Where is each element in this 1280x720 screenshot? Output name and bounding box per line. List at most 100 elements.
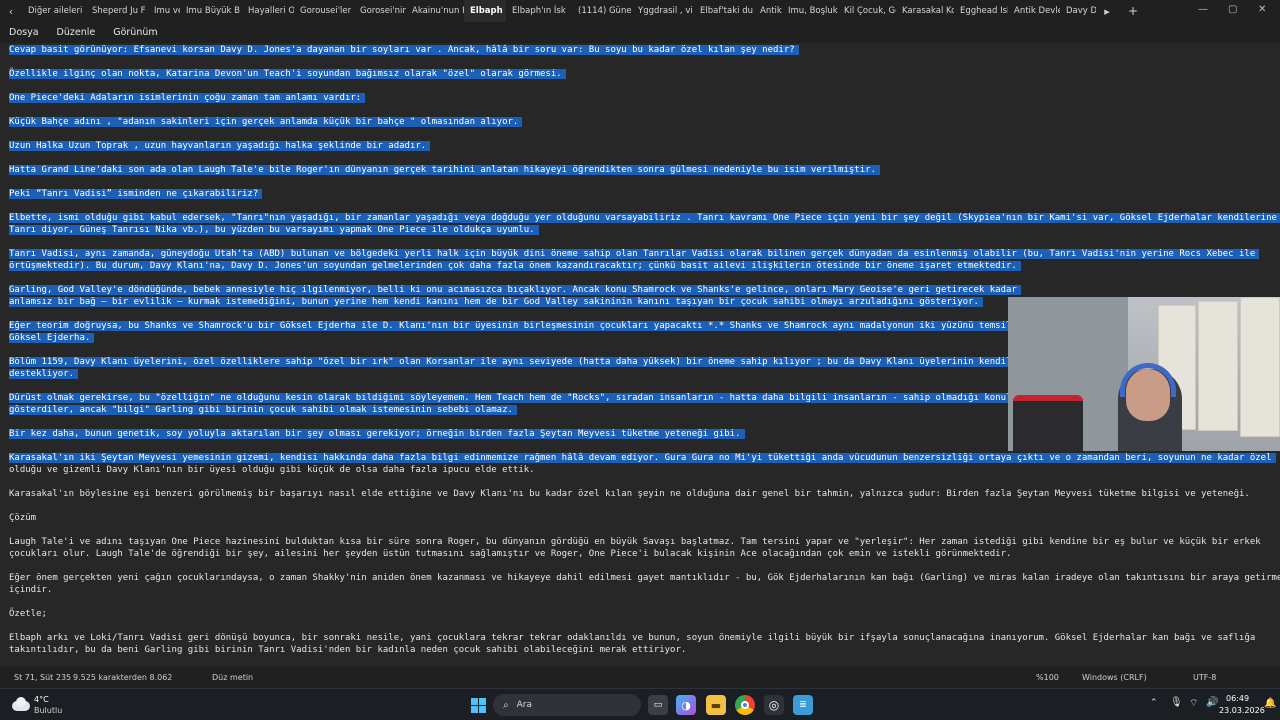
- editor-line: Elbaph arkı ve Loki/Tanrı Vadisi geri dö…: [9, 632, 1255, 644]
- weather-condition[interactable]: Bulutlu: [34, 706, 62, 715]
- tab-scroll-right-icon[interactable]: ▸: [1096, 0, 1118, 22]
- selected-text: Cevap basit görünüyor: Efsanevi korsan D…: [9, 45, 799, 55]
- status-bar: St 71, Süt 235 9.525 karakterden 8.062 D…: [0, 666, 1280, 688]
- tab-label: Imu, Boşluk: [788, 6, 838, 16]
- editor-line: çocukları olur. Laugh Tale'de öğrendiği …: [9, 548, 1011, 560]
- tab-label: Gorosei'nin i: [360, 6, 406, 16]
- line-ending[interactable]: Windows (CRLF): [1082, 673, 1147, 682]
- editor-line: Uzun Halka Uzun Toprak , uzun hayvanları…: [9, 140, 431, 152]
- editor-line: One Piece'deki Adaların isimlerinin çoğu…: [9, 92, 366, 104]
- tab-10[interactable]: (1114) Güneşi: [572, 0, 632, 22]
- text-format[interactable]: Düz metin: [212, 673, 253, 682]
- tab-3[interactable]: Imu Büyük B: [180, 0, 242, 22]
- tab-label: Gorousei'ler: [300, 6, 352, 16]
- tab-5[interactable]: Gorousei'ler: [294, 0, 354, 22]
- editor-line: Eğer teorim doğruysa, bu Shanks ve Shamr…: [9, 320, 1027, 332]
- tab-2[interactable]: Imu ve: [148, 0, 180, 22]
- file-explorer-icon[interactable]: ▬: [706, 695, 726, 715]
- obs-icon[interactable]: ◎: [764, 695, 784, 715]
- selected-text: Garling, God Valley'e döndüğünde, bebek …: [9, 285, 1021, 295]
- encoding[interactable]: UTF-8: [1193, 673, 1216, 682]
- tab-scroll-left-icon[interactable]: ‹: [0, 0, 22, 22]
- editor-line: içindir.: [9, 584, 52, 596]
- line-text: Karasakal'ın böylesine eşi benzeri görül…: [9, 489, 1250, 499]
- tab-label: Diğer aileleri: [28, 6, 83, 16]
- tab-0[interactable]: Diğer aileleri: [22, 0, 86, 22]
- tab-6[interactable]: Gorosei'nin i: [354, 0, 406, 22]
- wardrobe-panel-right: [1240, 297, 1280, 437]
- selected-text: One Piece'deki Adaların isimlerinin çoğu…: [9, 93, 366, 103]
- tab-label: Davy D: [1066, 6, 1096, 16]
- weather-temperature[interactable]: 4°C: [34, 695, 49, 704]
- notepad-app-icon[interactable]: ≣: [793, 695, 813, 715]
- minimize-icon[interactable]: —: [1198, 4, 1208, 15]
- tab-label: Egghead Isla: [960, 6, 1008, 16]
- clock-time[interactable]: 06:49: [1226, 694, 1249, 703]
- selected-text: Küçük Bahçe adını , "adanın sakinleri iç…: [9, 117, 523, 127]
- tab-bar: ‹ Diğer aileleri Sheperd Ju F Imu ve Imu Bü…: [0, 0, 1280, 22]
- chrome-icon[interactable]: [735, 695, 755, 715]
- menu-bar: Dosya Düzenle Görünüm ¶ ☰ B I ⛓ ⊘ ◐ ◉ ⚙: [0, 22, 1280, 61]
- tab-label: Elbaph: [470, 6, 503, 16]
- windows-start-icon[interactable]: [468, 695, 488, 715]
- tab-13[interactable]: Antik I: [754, 0, 782, 22]
- tab-16[interactable]: Karasakal Ko: [896, 0, 954, 22]
- tab-label: Antik Devler: [1014, 6, 1060, 16]
- menu-view[interactable]: Görünüm: [104, 27, 166, 38]
- tab-1[interactable]: Sheperd Ju F: [86, 0, 148, 22]
- new-tab-plus-icon[interactable]: +: [1118, 4, 1148, 18]
- tab-19[interactable]: Davy D: [1060, 0, 1096, 22]
- editor-line: takıntılıdır, bu da beni Garling gibi bi…: [9, 644, 686, 656]
- webcam-overlay: [1008, 297, 1280, 451]
- close-icon[interactable]: ✕: [1258, 4, 1266, 15]
- selected-text: Göksel Ejderha.: [9, 333, 95, 343]
- tab-8[interactable]: Elbaph: [464, 0, 506, 22]
- selected-text: destekliyor.: [9, 369, 79, 379]
- editor-line: destekliyor.: [9, 368, 79, 380]
- tab-12[interactable]: Elbaf'taki du: [694, 0, 754, 22]
- tab-9[interactable]: Elbaph'ın İsk: [506, 0, 572, 22]
- tab-15[interactable]: Kil Çocuk, Ge: [838, 0, 896, 22]
- weather-cloud-icon[interactable]: [10, 695, 30, 713]
- editor-line: örtüşmektedir). Bu durum, Davy Klanı'na,…: [9, 260, 1021, 272]
- task-view-icon[interactable]: ▭: [648, 695, 668, 715]
- line-text: Laugh Tale'i ve adını taşıyan One Piece …: [9, 537, 1261, 547]
- menu-edit[interactable]: Düzenle: [48, 27, 105, 38]
- menu-file[interactable]: Dosya: [0, 27, 48, 38]
- clock-date[interactable]: 23.03.2026: [1219, 706, 1265, 715]
- copilot-app-icon[interactable]: ◑: [676, 695, 696, 715]
- editor-line: Laugh Tale'i ve adını taşıyan One Piece …: [9, 536, 1261, 548]
- volume-icon[interactable]: 🔊: [1206, 697, 1218, 708]
- line-text: Eğer önem gerçekten yeni çağın çocukları…: [9, 573, 1280, 583]
- line-text: çocukları olur. Laugh Tale'de öğrendiği …: [9, 549, 1012, 559]
- taskbar-search[interactable]: ⌕ Ara: [493, 694, 641, 716]
- selected-text: Peki “Tanrı Vadisi” isminden ne çıkarabi…: [9, 189, 263, 199]
- tab-18[interactable]: Antik Devler: [1008, 0, 1060, 22]
- selected-text: Karasakal'ın iki Şeytan Meyvesi yemesini…: [9, 453, 1276, 463]
- editor-line: Özetle;: [9, 608, 47, 620]
- tabs-container: Diğer aileleri Sheperd Ju F Imu ve Imu Büyü…: [22, 0, 1096, 22]
- notification-bell-icon[interactable]: 🔔: [1264, 698, 1276, 709]
- selected-text: Uzun Halka Uzun Toprak , uzun hayvanları…: [9, 141, 431, 151]
- editor-line: Bir kez daha, bunun genetik, soy yoluyla…: [9, 428, 745, 440]
- tab-label: Yggdrasil , vi: [638, 6, 693, 16]
- tab-17[interactable]: Egghead Isla: [954, 0, 1008, 22]
- line-text: takıntılıdır, bu da beni Garling gibi bi…: [9, 645, 687, 655]
- editor-line: Tanrı Vadisi, aynı zamanda, güneydoğu Ut…: [9, 248, 1260, 260]
- chevron-up-icon[interactable]: ⌃: [1150, 698, 1158, 708]
- tab-7[interactable]: Akainu'nun I: [406, 0, 464, 22]
- editor-line: Dürüst olmak gerekirse, bu "özelliğin" n…: [9, 392, 1027, 404]
- zoom-level[interactable]: %100: [1036, 673, 1059, 682]
- search-placeholder: Ara: [516, 700, 532, 710]
- microphone-icon[interactable]: 🎙: [1170, 697, 1183, 708]
- network-icon[interactable]: ⌔: [1189, 697, 1198, 710]
- selected-text: Tanrı diyor, Güneş Tanrısı Nika vb.), bu…: [9, 225, 539, 235]
- maximize-icon[interactable]: ▢: [1228, 4, 1237, 15]
- editor-line: Karasakal'ın böylesine eşi benzeri görül…: [9, 488, 1250, 500]
- tab-4[interactable]: Hayalleri Olr: [242, 0, 294, 22]
- tab-label: Karasakal Ko: [902, 6, 954, 16]
- tab-14[interactable]: Imu, Boşluk: [782, 0, 838, 22]
- tab-11[interactable]: Yggdrasil , vi: [632, 0, 694, 22]
- text-editor[interactable]: Cevap basit görünüyor: Efsanevi korsan D…: [0, 43, 1280, 666]
- selected-text: Eğer teorim doğruysa, bu Shanks ve Shamr…: [9, 321, 1027, 331]
